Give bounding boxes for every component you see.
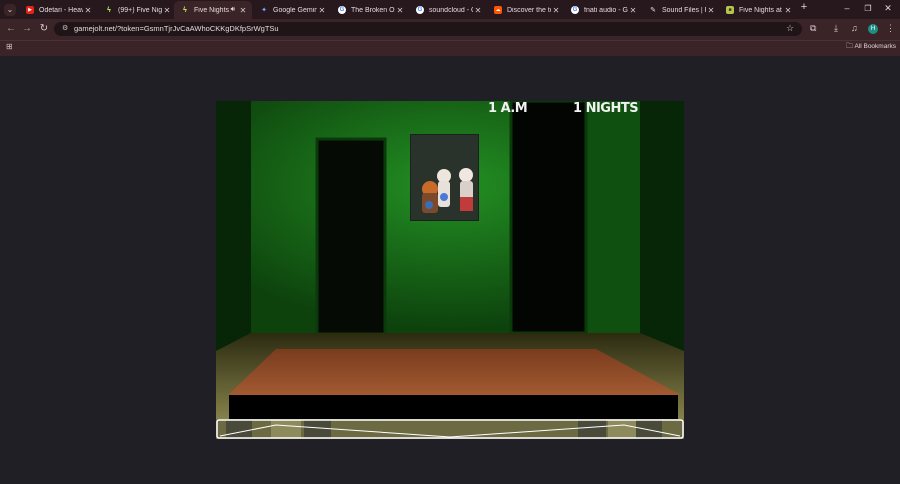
tab-odetari[interactable]: ▶ Odetari - Heavy Li ✕ <box>19 2 97 18</box>
tab-fnati-audio[interactable]: G fnati audio - Goog ✕ <box>564 2 642 18</box>
close-icon[interactable]: ✕ <box>706 6 716 15</box>
game-canvas[interactable] <box>216 101 684 439</box>
close-icon[interactable]: ✕ <box>162 6 172 15</box>
close-icon[interactable]: ✕ <box>317 6 327 15</box>
tab-google-gemini[interactable]: ✦ Google Gemini ✕ <box>253 2 331 18</box>
close-icon[interactable]: ✕ <box>628 6 638 15</box>
close-window-button[interactable]: ✕ <box>881 3 895 14</box>
speaker-icon[interactable]: 🔊︎ <box>231 6 235 14</box>
tab-broken-one[interactable]: G The Broken One ✕ <box>331 2 409 18</box>
all-bookmarks-button[interactable]: 🗀 All Bookmarks <box>846 42 896 53</box>
bookmarks-bar <box>0 40 900 56</box>
office-scene <box>216 101 684 439</box>
restore-button[interactable]: ❐ <box>861 4 875 13</box>
new-tab-button[interactable]: + <box>797 1 811 13</box>
download-icon[interactable]: ⤓ <box>834 23 838 34</box>
close-icon[interactable]: ✕ <box>473 6 483 15</box>
close-icon[interactable]: ✕ <box>83 6 93 15</box>
media-control-icon[interactable]: ♫ <box>851 23 858 33</box>
tab-five-nights-99[interactable]: ϟ (99+) Five Nights ✕ <box>98 2 176 18</box>
soundcloud-icon: ☁ <box>494 6 502 14</box>
bookmark-star-icon[interactable]: ☆ <box>786 23 794 34</box>
extensions-icon[interactable]: ⧉ <box>810 23 816 34</box>
tab-five-nights-tre[interactable]: ■ Five Nights at Tre ✕ <box>719 2 797 18</box>
url-text[interactable]: gamejolt.net/?token=GsmnTjrJvCaAWhoCKKgD… <box>74 24 279 33</box>
fandom-icon: ✎ <box>650 7 656 14</box>
desk-bar <box>229 395 678 419</box>
google-icon: G <box>571 6 579 14</box>
camera-toggle-bar[interactable] <box>216 419 684 439</box>
right-wall-panel <box>586 101 640 333</box>
gamejolt-icon: ϟ <box>107 6 111 14</box>
close-icon[interactable]: ✕ <box>783 6 793 15</box>
google-icon: G <box>416 6 424 14</box>
night-counter: 1 NIGHTS <box>573 101 639 116</box>
animatronic-poster[interactable] <box>410 134 479 221</box>
time-display: 1 A.M <box>488 101 528 116</box>
forward-button[interactable]: → <box>20 23 34 34</box>
back-button[interactable]: ← <box>4 23 18 34</box>
game-icon: ■ <box>726 6 734 14</box>
apps-grid-icon[interactable]: ⊞ <box>6 42 13 51</box>
left-doorway[interactable] <box>317 139 385 334</box>
menu-icon[interactable]: ⋮ <box>886 23 895 34</box>
youtube-icon: ▶ <box>26 6 34 14</box>
gamejolt-icon: ϟ <box>183 6 187 14</box>
minimize-button[interactable]: – <box>840 3 854 13</box>
tab-sound-files[interactable]: ✎ Sound Files | Five ✕ <box>642 2 720 18</box>
tab-five-nights-at-active[interactable]: ϟ Five Nights At 🔊︎ ✕ <box>174 1 252 19</box>
tab-strip: ⌄ ▶ Odetari - Heavy Li ✕ ϟ (99+) Five Ni… <box>0 0 900 19</box>
folder-icon: 🗀 <box>846 43 853 50</box>
google-icon: G <box>338 6 346 14</box>
profile-avatar[interactable]: H <box>868 24 878 34</box>
close-icon[interactable]: ✕ <box>238 6 248 15</box>
tab-discover-soundcloud[interactable]: ☁ Discover the top s ✕ <box>487 2 565 18</box>
close-icon[interactable]: ✕ <box>551 6 561 15</box>
tab-soundcloud-search[interactable]: G soundcloud - Goo ✕ <box>409 2 487 18</box>
close-icon[interactable]: ✕ <box>395 6 405 15</box>
site-info-icon[interactable]: ⚙ <box>62 24 68 32</box>
right-doorway[interactable] <box>511 101 586 333</box>
tab-search-button[interactable]: ⌄ <box>4 4 16 16</box>
reload-button[interactable]: ↻ <box>37 23 51 34</box>
gemini-icon: ✦ <box>261 7 267 14</box>
